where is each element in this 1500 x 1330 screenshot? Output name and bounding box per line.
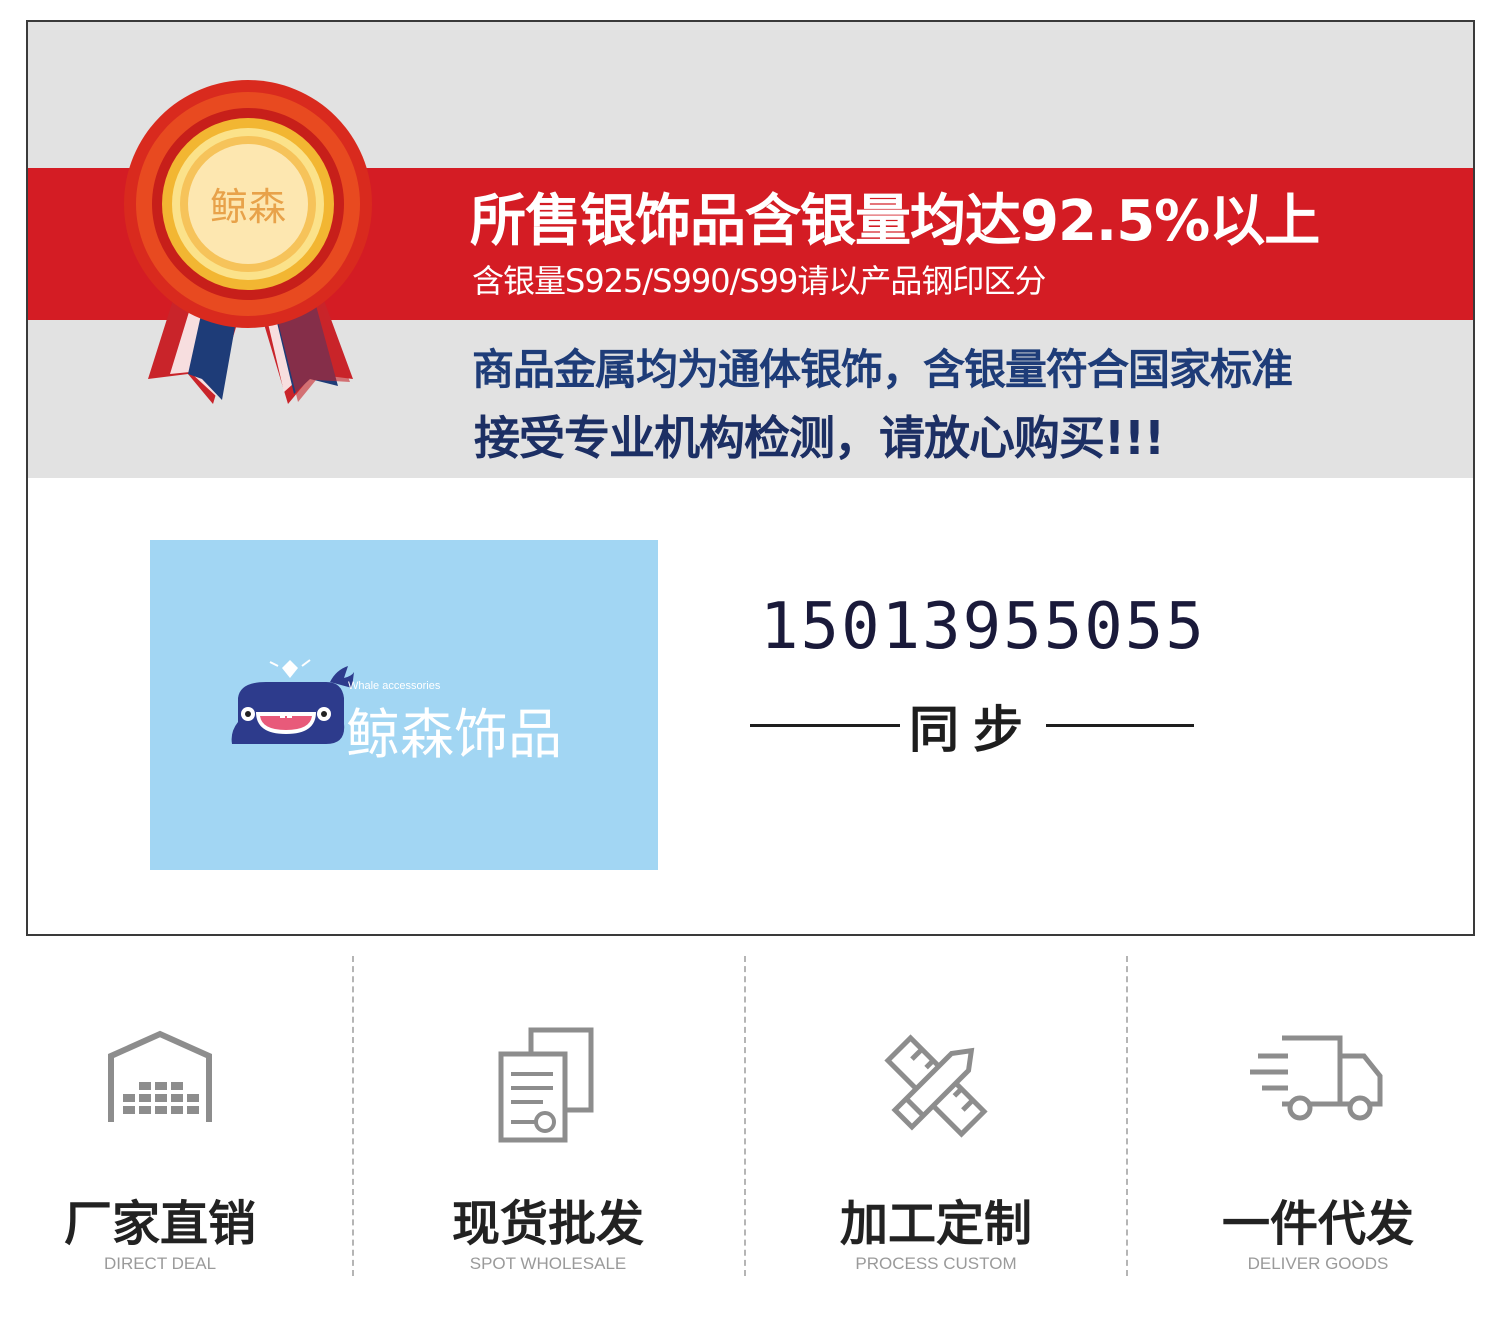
feature-title: 现货批发 (451, 1196, 644, 1252)
logo-chinese: 鲸森饰品 (346, 703, 562, 766)
subline: 含银量S925/S990/S99请以产品钢印区分 (472, 262, 1046, 300)
feature-subtitle: DIRECT DEAL (103, 1254, 217, 1273)
feature-direct-deal: 厂家直销 DIRECT DEAL (10, 956, 310, 1276)
feature-spot-wholesale: 现货批发 SPOT WHOLESALE (398, 956, 698, 1276)
feature-row: 厂家直销 DIRECT DEAL 现货批发 SPOT WHOLESALE 加工定… (0, 956, 1500, 1276)
feature-process-custom: 加工定制 PROCESS CUSTOM (786, 956, 1086, 1276)
feature-title: 加工定制 (839, 1196, 1032, 1252)
whale-logo-icon (231, 659, 354, 744)
divider (744, 956, 746, 1276)
sync-row: 同步 (750, 690, 1196, 760)
phone-number: 15013955055 (760, 590, 1206, 664)
divider (1126, 956, 1128, 1276)
badge-text: 鲸森 (210, 185, 286, 229)
inspection-statement: 接受专业机构检测，请放心购买!!! (474, 411, 1165, 465)
feature-subtitle: DELIVER GOODS (1247, 1254, 1389, 1273)
sync-line-left (750, 724, 900, 727)
truck-icon (1250, 1035, 1383, 1121)
standard-statement: 商品金属均为通体银饰，含银量符合国家标准 (472, 345, 1293, 394)
pencil-ruler-icon (884, 1034, 988, 1138)
headline: 所售银饰品含银量均达92.5%以上 (470, 189, 1320, 254)
warehouse-icon (108, 1030, 212, 1122)
award-rosette-icon: 鲸森 (124, 80, 372, 404)
brand-logo-box: Whale accessories 鲸森饰品 (150, 540, 658, 870)
document-icon (498, 1027, 594, 1143)
feature-title: 一件代发 (1221, 1196, 1414, 1252)
divider (352, 956, 354, 1276)
banner-frame: 鲸森 所售银饰品含银量均达92.5%以上 含银量S925/S990/S99请以产… (26, 20, 1475, 936)
sync-line-right (1046, 724, 1194, 727)
feature-title: 厂家直销 (63, 1196, 256, 1252)
feature-deliver-goods: 一件代发 DELIVER GOODS (1168, 956, 1468, 1276)
feature-subtitle: SPOT WHOLESALE (469, 1254, 627, 1273)
sync-label: 同步 (909, 700, 1037, 759)
feature-subtitle: PROCESS CUSTOM (855, 1254, 1017, 1273)
